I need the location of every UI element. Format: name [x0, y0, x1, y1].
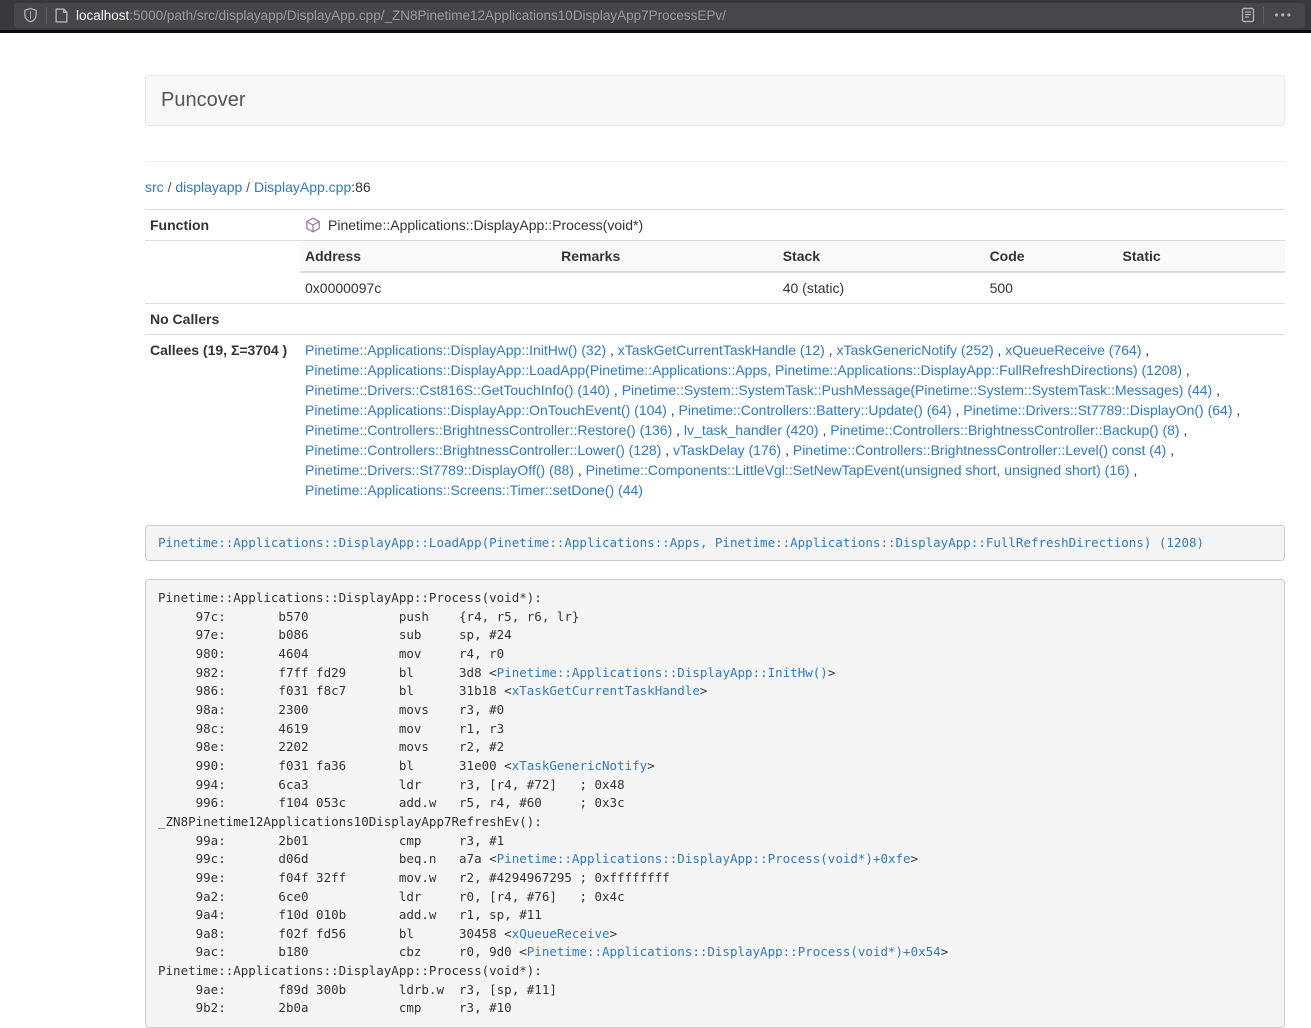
function-name-cell: Pinetime::Applications::DisplayApp::Proc…	[300, 210, 1285, 241]
column-header-stack: Stack	[778, 241, 985, 272]
url-bar[interactable]: localhost:5000/path/src/displayapp/Displ…	[14, 3, 1305, 28]
callee-link[interactable]: Pinetime::Applications::DisplayApp::Load…	[305, 362, 1182, 378]
page-actions-menu-icon[interactable]: •••	[1272, 8, 1295, 22]
callee-link[interactable]: Pinetime::Applications::DisplayApp::Init…	[305, 342, 606, 358]
divider	[145, 161, 1285, 162]
function-name: Pinetime::Applications::DisplayApp::Proc…	[328, 217, 643, 233]
table-row: Function Pinetime::Applications::Display…	[145, 210, 1285, 241]
table-row: Callees (19, Σ=3704 ) Pinetime::Applicat…	[145, 335, 1285, 506]
callee-link[interactable]: Pinetime::Applications::Screens::Timer::…	[305, 482, 643, 498]
breadcrumb-link-src[interactable]: src	[145, 179, 164, 195]
address-value: 0x0000097c	[300, 272, 556, 303]
urlbar-divider	[46, 7, 47, 24]
shield-icon[interactable]	[23, 7, 38, 23]
breadcrumb-link-displayapp[interactable]: displayapp	[175, 179, 242, 195]
code-symbol-link[interactable]: xTaskGetCurrentTaskHandle	[512, 683, 700, 698]
stats-header-row: Address Remarks Stack Code Static	[300, 241, 1285, 272]
callee-link[interactable]: Pinetime::Components::LittleVgl::SetNewT…	[586, 462, 1130, 478]
callee-link[interactable]: vTaskDelay (176)	[673, 442, 781, 458]
disassembly-box: Pinetime::Applications::DisplayApp::Proc…	[145, 579, 1285, 1028]
callee-link[interactable]: Pinetime::Drivers::Cst816S::GetTouchInfo…	[305, 382, 610, 398]
callers-cell	[300, 304, 1285, 335]
callees-label: Callees (19, Σ=3704 )	[145, 335, 300, 506]
callee-link[interactable]: Pinetime::Applications::DisplayApp::OnTo…	[305, 402, 667, 418]
highlighted-symbol-box: Pinetime::Applications::DisplayApp::Load…	[145, 525, 1285, 561]
callee-link[interactable]: Pinetime::Controllers::BrightnessControl…	[830, 422, 1179, 438]
callee-link[interactable]: Pinetime::Controllers::BrightnessControl…	[793, 442, 1166, 458]
stats-data-row: 0x0000097c 40 (static) 500	[300, 272, 1285, 303]
callee-link[interactable]: Pinetime::System::SystemTask::PushMessag…	[622, 382, 1213, 398]
empty-row-label	[145, 241, 300, 304]
column-header-address: Address	[300, 241, 556, 272]
breadcrumb: src / displayapp / DisplayApp.cpp:86	[145, 177, 1285, 197]
url-path: :5000/path/src/displayapp/DisplayApp.cpp…	[129, 8, 726, 23]
callee-link[interactable]: Pinetime::Drivers::St7789::DisplayOn() (…	[963, 402, 1232, 418]
code-symbol-link[interactable]: Pinetime::Applications::DisplayApp::Proc…	[497, 851, 911, 866]
page-container: Puncover src / displayapp / DisplayApp.c…	[145, 75, 1285, 1028]
callee-link[interactable]: Pinetime::Controllers::BrightnessControl…	[305, 442, 661, 458]
column-header-code: Code	[985, 241, 1118, 272]
assembly-code: Pinetime::Applications::DisplayApp::Proc…	[158, 589, 1272, 1018]
column-header-static: Static	[1118, 241, 1285, 272]
highlighted-symbol-link[interactable]: Pinetime::Applications::DisplayApp::Load…	[158, 535, 1204, 550]
stack-value: 40 (static)	[778, 272, 985, 303]
breadcrumb-separator: /	[168, 179, 172, 195]
code-symbol-link[interactable]: xQueueReceive	[512, 926, 610, 941]
stats-table: Address Remarks Stack Code Static 0x0000…	[300, 241, 1285, 303]
code-symbol-link[interactable]: Pinetime::Applications::DisplayApp::Proc…	[527, 944, 941, 959]
function-cube-icon	[305, 217, 321, 233]
reader-mode-icon[interactable]	[1241, 7, 1255, 23]
stats-cell: Address Remarks Stack Code Static 0x0000…	[300, 241, 1285, 304]
browser-toolbar: localhost:5000/path/src/displayapp/Displ…	[0, 0, 1311, 33]
breadcrumb-link-file[interactable]: DisplayApp.cpp	[254, 179, 351, 195]
breadcrumb-line-number: :86	[351, 179, 370, 195]
code-symbol-link[interactable]: xTaskGenericNotify	[512, 758, 647, 773]
static-value	[1118, 272, 1285, 303]
callee-link[interactable]: Pinetime::Controllers::BrightnessControl…	[305, 422, 672, 438]
url-input[interactable]: localhost:5000/path/src/displayapp/Displ…	[76, 8, 1233, 23]
callees-list: Pinetime::Applications::DisplayApp::Init…	[300, 335, 1285, 506]
callee-link[interactable]: xTaskGenericNotify (252)	[836, 342, 993, 358]
no-callers-label: No Callers	[145, 304, 300, 335]
column-header-remarks: Remarks	[556, 241, 778, 272]
table-row: Address Remarks Stack Code Static 0x0000…	[145, 241, 1285, 304]
brand-link[interactable]: Puncover	[161, 89, 246, 112]
code-symbol-link[interactable]: Pinetime::Applications::DisplayApp::Init…	[497, 665, 828, 680]
callee-link[interactable]: Pinetime::Controllers::Battery::Update()…	[679, 402, 952, 418]
code-size-value: 500	[985, 272, 1118, 303]
breadcrumb-separator: /	[246, 179, 250, 195]
urlbar-divider	[1263, 7, 1264, 24]
callee-link[interactable]: xQueueReceive (764)	[1005, 342, 1141, 358]
url-host: localhost	[76, 8, 129, 23]
callee-link[interactable]: lv_task_handler (420)	[684, 422, 819, 438]
function-row-label: Function	[145, 210, 300, 241]
callee-link[interactable]: xTaskGetCurrentTaskHandle (12)	[618, 342, 825, 358]
page-info-icon[interactable]	[55, 8, 68, 23]
callee-link[interactable]: Pinetime::Drivers::St7789::DisplayOff() …	[305, 462, 574, 478]
navbar: Puncover	[145, 75, 1285, 126]
remarks-value	[556, 272, 778, 303]
function-table: Function Pinetime::Applications::Display…	[145, 209, 1285, 505]
table-row: No Callers	[145, 304, 1285, 335]
